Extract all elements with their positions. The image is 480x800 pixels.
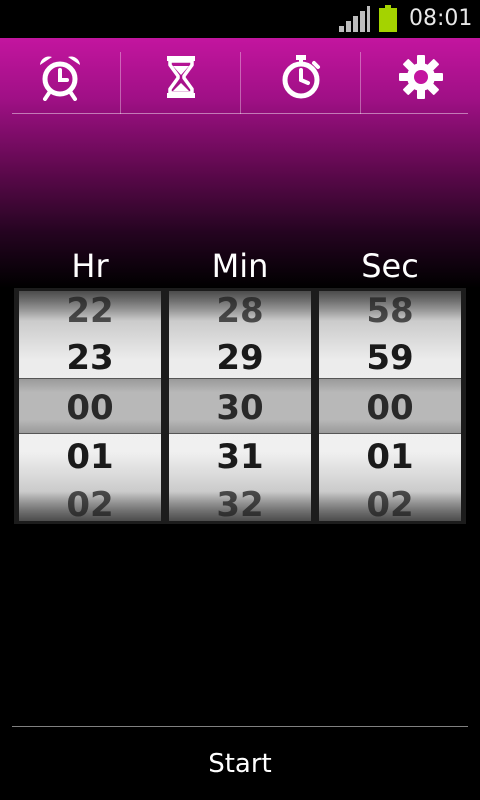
hours-wheel[interactable]: 22 23 00 01 02 (19, 291, 161, 521)
hours-selected-value[interactable]: 00 (19, 388, 161, 428)
mode-tab-bar (0, 42, 480, 114)
signal-icon (339, 6, 370, 32)
gear-icon (399, 55, 443, 99)
hours-value[interactable]: 22 (19, 291, 161, 331)
hours-value[interactable]: 01 (19, 437, 161, 477)
hours-label: Hr (71, 247, 109, 285)
tab-timer[interactable] (121, 42, 241, 112)
seconds-value[interactable]: 02 (319, 485, 461, 521)
minutes-wheel[interactable]: 28 29 30 31 32 (169, 291, 311, 521)
start-button[interactable]: Start (0, 728, 480, 800)
minutes-value[interactable]: 32 (169, 485, 311, 521)
minutes-selected-value[interactable]: 30 (169, 388, 311, 428)
tab-stopwatch[interactable] (241, 42, 361, 112)
battery-icon (379, 5, 397, 32)
alarm-clock-icon (40, 56, 80, 101)
stopwatch-icon (282, 55, 320, 99)
status-bar: 08:01 (0, 0, 480, 38)
status-time: 08:01 (409, 6, 473, 31)
minutes-value[interactable]: 28 (169, 291, 311, 331)
minutes-label: Min (211, 247, 269, 285)
seconds-value[interactable]: 01 (319, 437, 461, 477)
seconds-value[interactable]: 58 (319, 291, 461, 331)
seconds-selected-value[interactable]: 00 (319, 388, 461, 428)
tab-settings[interactable] (361, 42, 480, 112)
hours-value[interactable]: 23 (19, 338, 161, 378)
hours-value[interactable]: 02 (19, 485, 161, 521)
bottom-divider (12, 726, 468, 727)
seconds-value[interactable]: 59 (319, 338, 461, 378)
seconds-label: Sec (361, 247, 419, 285)
minutes-value[interactable]: 31 (169, 437, 311, 477)
minutes-value[interactable]: 29 (169, 338, 311, 378)
hourglass-icon (167, 56, 195, 98)
tab-bar-divider (12, 113, 468, 114)
seconds-wheel[interactable]: 58 59 00 01 02 (319, 291, 461, 521)
tab-alarm[interactable] (0, 42, 120, 112)
